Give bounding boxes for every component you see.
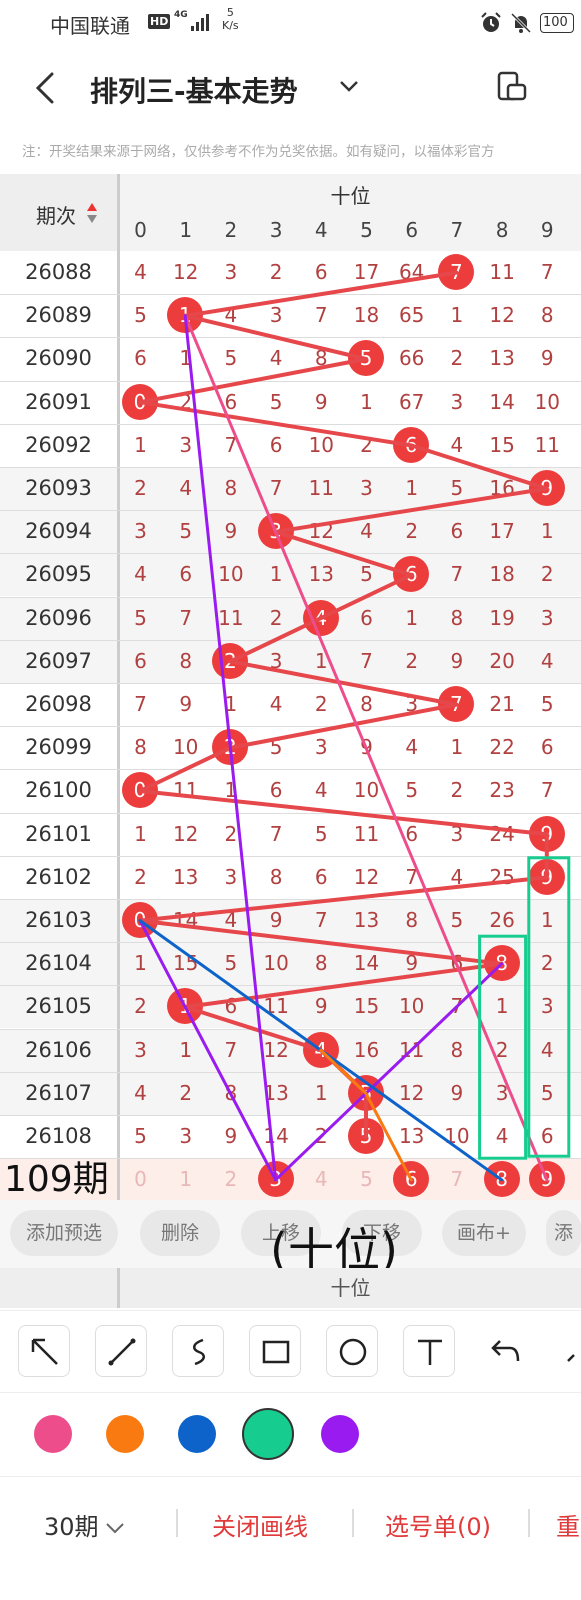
trend-line-segment bbox=[138, 789, 549, 837]
more-button[interactable]: 重 bbox=[556, 1507, 581, 1542]
circle-tool-button[interactable] bbox=[326, 1325, 378, 1377]
carrier-name: 中国联通 bbox=[50, 14, 130, 38]
color-swatch[interactable] bbox=[106, 1415, 144, 1453]
trend-line-segment bbox=[409, 443, 549, 491]
close-lines-button[interactable]: 关闭画线 bbox=[212, 1507, 308, 1542]
chevron-down-icon[interactable] bbox=[338, 78, 360, 94]
arrow-tool-icon bbox=[31, 1338, 58, 1365]
green-drawn-rect bbox=[478, 934, 528, 1160]
sub-header-label: 十位 bbox=[330, 1276, 371, 1300]
trend-line-segment bbox=[228, 702, 459, 750]
action-button[interactable]: 添 bbox=[546, 1210, 581, 1256]
battery-indicator: 100 bbox=[540, 13, 574, 33]
trend-line-segment bbox=[228, 616, 323, 664]
network-speed: 5 K/s bbox=[222, 6, 239, 32]
trend-table: 期次 十位 0123456789 26088412326176471172608… bbox=[0, 174, 581, 1200]
action-button[interactable]: 添加预选 bbox=[10, 1210, 118, 1256]
action-button[interactable]: 删除 bbox=[140, 1210, 220, 1256]
trend-line-segment bbox=[138, 357, 368, 405]
purple-drawn-line bbox=[138, 919, 278, 1182]
freehand-tool-button[interactable] bbox=[172, 1325, 224, 1377]
chevron-down-icon bbox=[105, 1523, 124, 1534]
pick-list-button[interactable]: 选号单(0) bbox=[385, 1507, 491, 1542]
disclaimer-notice: 注：开奖结果来源于网络，仅供参考不作为兑奖依据。如有疑问，以福体彩官方 bbox=[22, 144, 495, 160]
color-palette bbox=[0, 1392, 581, 1476]
trend-line-segment bbox=[228, 659, 459, 707]
line-tool-icon bbox=[108, 1338, 136, 1366]
undo-icon bbox=[491, 1340, 520, 1362]
more-tools-icon[interactable] bbox=[566, 1343, 581, 1363]
status-bar: 中国联通 HD 4G 5 K/s 100 bbox=[0, 0, 581, 48]
action-button[interactable]: 画布+ bbox=[442, 1210, 526, 1256]
sub-header: 十位 bbox=[0, 1268, 581, 1308]
rectangle-tool-button[interactable] bbox=[249, 1325, 301, 1377]
signal-icon bbox=[191, 14, 209, 31]
trend-line-segment bbox=[138, 400, 414, 448]
network-type: 4G bbox=[174, 10, 188, 20]
line-tool-button[interactable] bbox=[95, 1325, 147, 1377]
green-drawn-rect bbox=[527, 856, 571, 1158]
trend-line-segment bbox=[183, 270, 459, 318]
undo-tool-button[interactable] bbox=[480, 1325, 532, 1377]
action-bar: 添加预选 删除 上移 下移 画布+ 添 (十位) bbox=[0, 1200, 581, 1277]
divider bbox=[176, 1509, 178, 1537]
bottom-bar: 30期 关闭画线 选号单(0) 重 bbox=[0, 1476, 581, 1600]
device-switch-icon[interactable] bbox=[496, 70, 528, 102]
trend-line-segment bbox=[318, 573, 414, 621]
purple-drawn-line bbox=[274, 962, 504, 1182]
divider bbox=[352, 1509, 354, 1537]
text-tool-icon bbox=[418, 1339, 442, 1365]
page-title[interactable]: 排列三-基本走势 bbox=[90, 70, 298, 110]
purple-drawn-line bbox=[183, 314, 278, 1182]
arrow-tool-button[interactable] bbox=[18, 1325, 70, 1377]
mute-bell-icon bbox=[510, 12, 532, 34]
drawing-toolbar bbox=[0, 1310, 581, 1392]
rectangle-tool-icon bbox=[262, 1340, 290, 1364]
trend-line-segment bbox=[273, 486, 549, 534]
trend-line-segment bbox=[138, 875, 549, 923]
hd-badge: HD bbox=[148, 14, 171, 29]
period-select[interactable]: 30期 bbox=[44, 1507, 125, 1542]
trend-line-segment bbox=[138, 745, 233, 793]
orange-drawn-line bbox=[319, 1048, 368, 1095]
drawing-overlay bbox=[138, 270, 571, 1182]
divider bbox=[528, 1509, 530, 1537]
circle-tool-icon bbox=[339, 1338, 367, 1366]
back-arrow-icon[interactable] bbox=[30, 68, 62, 108]
text-tool-button[interactable] bbox=[403, 1325, 455, 1377]
trend-line-segment bbox=[273, 529, 414, 577]
trend-line-segment bbox=[183, 313, 368, 361]
color-swatch[interactable] bbox=[242, 1408, 294, 1460]
orange-drawn-line bbox=[364, 1091, 413, 1182]
app-header: 排列三-基本走势 bbox=[0, 48, 581, 130]
color-swatch[interactable] bbox=[321, 1415, 359, 1453]
color-swatch[interactable] bbox=[178, 1415, 216, 1453]
alarm-icon bbox=[481, 12, 501, 32]
freehand-tool-icon bbox=[193, 1338, 205, 1366]
color-swatch[interactable] bbox=[34, 1415, 72, 1453]
